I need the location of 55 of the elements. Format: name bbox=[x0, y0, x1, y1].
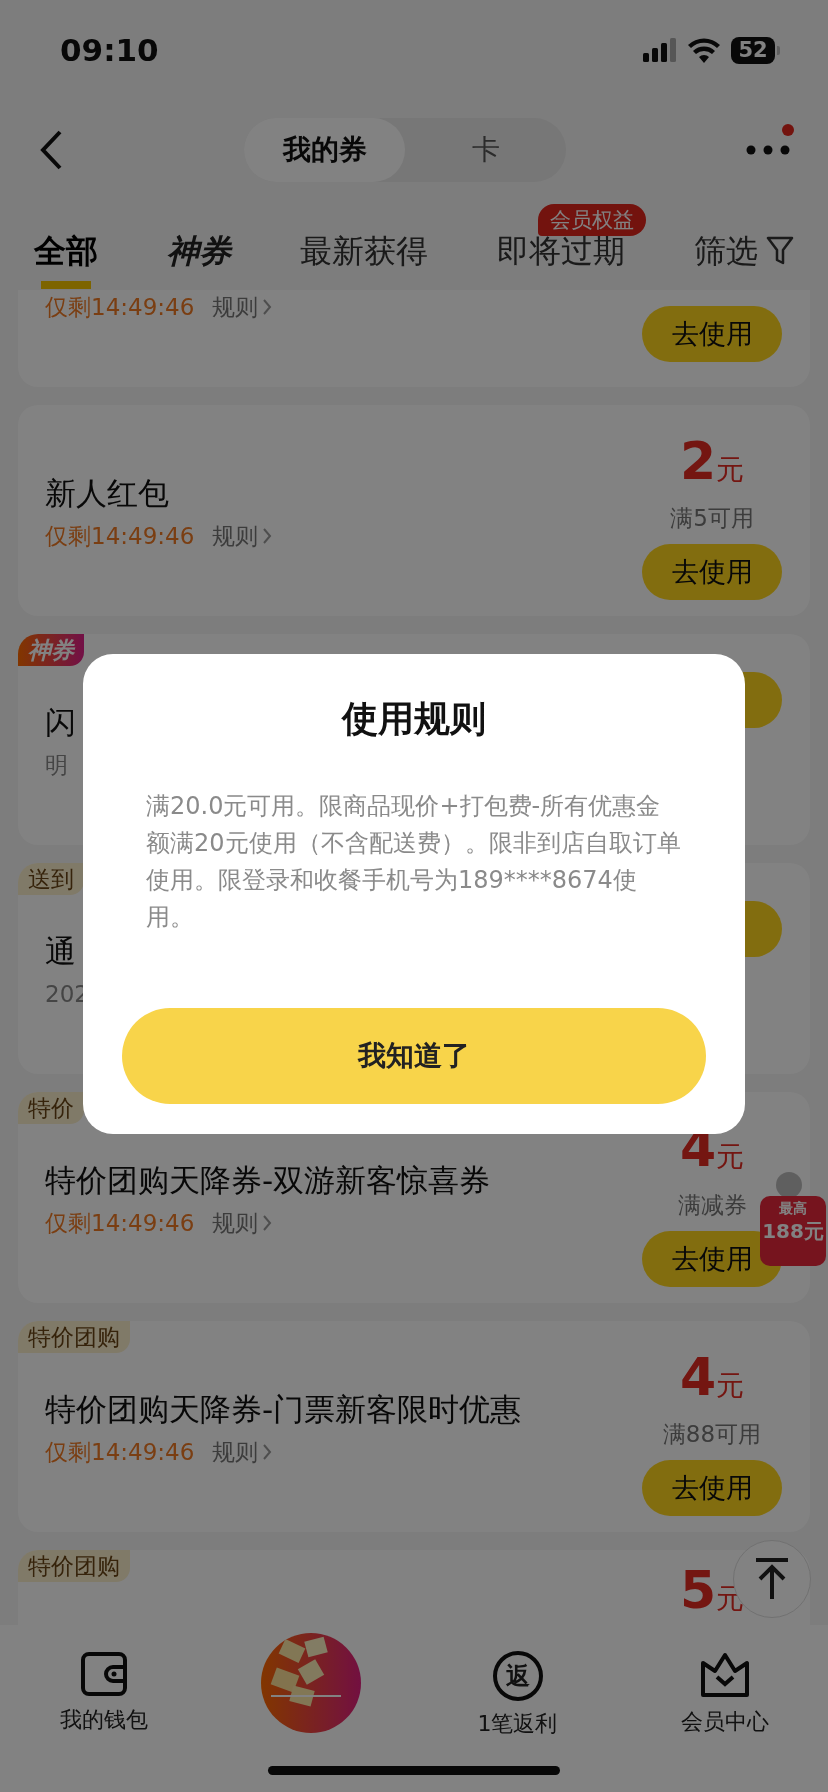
use-button[interactable]: 去使用 bbox=[642, 1460, 782, 1516]
expiry-countdown: 仅剩14:49:46 bbox=[45, 1438, 195, 1467]
back-icon[interactable] bbox=[38, 129, 64, 171]
battery-level: 52 bbox=[731, 36, 775, 64]
dialog-title: 使用规则 bbox=[342, 697, 486, 741]
expiry-date: 明 bbox=[45, 751, 68, 780]
filter-tab[interactable]: 神券 bbox=[167, 215, 231, 289]
bottom-nav-item[interactable]: 会员中心 bbox=[680, 1651, 769, 1737]
wifi-icon bbox=[687, 37, 721, 63]
chevron-icon bbox=[262, 527, 273, 545]
floating-reward-badge[interactable]: 最高 188元 bbox=[760, 1196, 826, 1266]
coupon-condition: 满88可用 bbox=[662, 1420, 762, 1449]
bottom-nav-item[interactable]: 我的钱包 bbox=[59, 1651, 148, 1735]
coupon-title: 新人红包 bbox=[45, 474, 170, 513]
expiry-countdown: 仅剩14:49:46 bbox=[45, 522, 195, 551]
rules-link[interactable]: 规则 bbox=[212, 521, 273, 551]
wallet-icon bbox=[79, 1651, 128, 1697]
use-button[interactable]: 去使用 bbox=[642, 544, 782, 600]
coupon-condition: 满减券 bbox=[677, 1191, 747, 1220]
coupon-tag: 特价团购 bbox=[18, 1550, 130, 1582]
coupon-tag: 特价 bbox=[18, 1092, 84, 1124]
expiry-countdown: 仅剩14:49:46 bbox=[45, 1209, 195, 1238]
chevron-icon bbox=[262, 1443, 273, 1461]
rebate-icon: 返 bbox=[492, 1651, 543, 1701]
status-time: 09:10 bbox=[60, 32, 159, 68]
chevron-icon bbox=[262, 298, 273, 316]
filter-tab[interactable]: 最新获得 bbox=[300, 215, 428, 289]
bottom-nav-item[interactable]: 返 1笔返利 bbox=[477, 1651, 558, 1739]
member-badge: 会员权益 bbox=[538, 204, 646, 236]
coupon-title: 特价团购天降券-双游新客惊喜券 bbox=[45, 1161, 491, 1200]
segment-tab[interactable]: 我的券 bbox=[244, 118, 405, 182]
coupon-title: 闪 bbox=[45, 703, 76, 742]
expiry-countdown: 仅剩14:49:46 bbox=[45, 293, 195, 322]
filter-tab[interactable]: 筛选 bbox=[694, 215, 794, 289]
rules-link[interactable]: 规则 bbox=[212, 292, 273, 322]
crown-icon bbox=[698, 1651, 751, 1699]
use-button[interactable]: 去使用 bbox=[642, 306, 782, 362]
coupon-condition: 满5可用 bbox=[670, 504, 754, 533]
filter-icon bbox=[766, 236, 794, 266]
coupon-tag: 特价团购 bbox=[18, 1321, 130, 1353]
confirm-button[interactable]: 我知道了 bbox=[122, 1008, 706, 1104]
dialog-text: 满20.0元可用。限商品现价+打包费-所有优惠金额满20元使用（不含配送费）。限非到店自取订单使用。限登录和收餐手机号为189****8674使用。 bbox=[146, 791, 682, 933]
coupon-tag: 神券 bbox=[18, 634, 84, 666]
more-icon[interactable] bbox=[746, 145, 790, 155]
coupon-title: 通 bbox=[45, 932, 77, 971]
chevron-icon bbox=[262, 1214, 273, 1232]
segment-tab[interactable]: 卡 bbox=[405, 118, 566, 182]
coupon-title: 特价团购天降券-门票新客限时优惠 bbox=[45, 1390, 522, 1429]
coupon-amount: 2元 bbox=[679, 433, 745, 493]
rules-link[interactable]: 规则 bbox=[212, 1437, 273, 1467]
coupon-tag: 送到 bbox=[18, 863, 84, 895]
rules-link[interactable]: 规则 bbox=[212, 1208, 273, 1238]
signal-icon bbox=[643, 38, 677, 62]
coupon-amount: 4元 bbox=[679, 1349, 745, 1409]
arrow-up-icon bbox=[754, 1557, 790, 1601]
